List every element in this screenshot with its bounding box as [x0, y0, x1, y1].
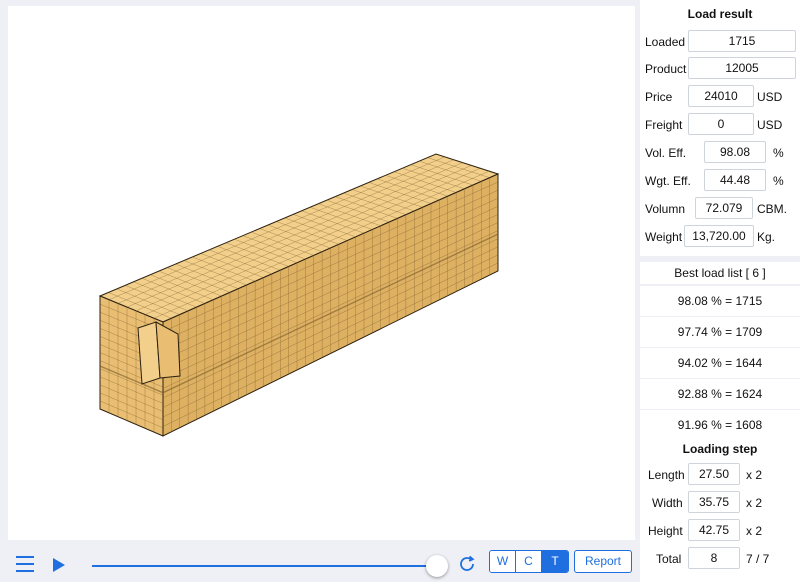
product-label: Product: [645, 62, 687, 76]
volumn-field: 72.079: [695, 197, 753, 219]
loaded-field: 1715: [688, 30, 796, 52]
report-button[interactable]: Report: [574, 550, 632, 573]
menu-icon[interactable]: [16, 556, 34, 572]
height-mult: x 2: [746, 524, 763, 538]
side-panel: Load result Loaded 1715 Product 12005 Pr…: [640, 0, 800, 582]
load-result-title: Load result: [687, 7, 753, 21]
loading-step-title: Loading step: [682, 442, 758, 456]
weight-unit: Kg.: [757, 230, 776, 244]
best-load-list-header: Best load list [ 6 ]: [640, 262, 800, 284]
refresh-icon[interactable]: [456, 553, 478, 575]
price-label: Price: [645, 90, 673, 104]
product-field: 12005: [688, 57, 796, 79]
price-row: Price 24010 USD: [640, 83, 800, 111]
length-field: 27.50: [688, 463, 740, 485]
volumn-label: Volumn: [645, 202, 686, 216]
height-row: Height 42.75 x 2: [640, 517, 800, 545]
view-t-button[interactable]: T: [542, 551, 568, 572]
vol-eff-unit: %: [773, 146, 784, 160]
play-icon[interactable]: [53, 558, 65, 572]
best-load-item[interactable]: 94.02 % = 1644: [640, 348, 800, 378]
freight-field[interactable]: 0: [688, 113, 754, 135]
cargo-3d-viewport[interactable]: [8, 6, 635, 540]
weight-label: Weight: [645, 230, 683, 244]
price-field: 24010: [688, 85, 754, 107]
best-load-item[interactable]: 92.88 % = 1624: [640, 379, 800, 409]
freight-label: Freight: [645, 118, 683, 132]
total-label: Total: [656, 552, 682, 566]
total-step: 7 / 7: [746, 552, 770, 566]
freight-unit: USD: [757, 118, 783, 132]
load-result-panel: Load result Loaded 1715 Product 12005 Pr…: [640, 0, 800, 256]
length-label: Length: [648, 468, 685, 482]
weight-row: Weight 13,720.00 Kg.: [640, 223, 800, 251]
vol-eff-field: 98.08: [704, 141, 766, 163]
wgt-eff-field: 44.48: [704, 169, 766, 191]
best-load-item[interactable]: 98.08 % = 1715: [640, 286, 800, 316]
length-mult: x 2: [746, 468, 763, 482]
wgt-eff-unit: %: [773, 174, 784, 188]
width-mult: x 2: [746, 496, 763, 510]
total-field: 8: [688, 547, 740, 569]
view-mode-group: W C T: [489, 550, 569, 573]
loaded-row: Loaded 1715: [640, 28, 800, 56]
vol-eff-row: Vol. Eff. 98.08 %: [640, 139, 800, 167]
width-field: 35.75: [688, 491, 740, 513]
total-row: Total 8 7 / 7: [640, 545, 800, 573]
wgt-eff-label: Wgt. Eff.: [645, 174, 691, 188]
view-c-button[interactable]: C: [516, 551, 542, 572]
vol-eff-label: Vol. Eff.: [645, 146, 687, 160]
step-slider-track[interactable]: [92, 565, 437, 567]
playback-toolbar: W C T Report: [0, 540, 636, 582]
price-unit: USD: [757, 90, 783, 104]
height-label: Height: [648, 524, 683, 538]
length-row: Length 27.50 x 2: [640, 461, 800, 489]
weight-field: 13,720.00: [684, 225, 754, 247]
loaded-label: Loaded: [645, 35, 686, 49]
volumn-row: Volumn 72.079 CBM.: [640, 195, 800, 223]
width-row: Width 35.75 x 2: [640, 489, 800, 517]
best-load-item[interactable]: 97.74 % = 1709: [640, 317, 800, 347]
best-load-item[interactable]: 91.96 % = 1608: [640, 410, 800, 440]
width-label: Width: [652, 496, 683, 510]
volumn-unit: CBM.: [757, 202, 787, 216]
step-slider-thumb[interactable]: [426, 555, 448, 577]
cargo-render[interactable]: [8, 6, 635, 540]
product-row: Product 12005: [640, 55, 800, 83]
wgt-eff-row: Wgt. Eff. 44.48 %: [640, 167, 800, 195]
view-w-button[interactable]: W: [490, 551, 516, 572]
freight-row: Freight 0 USD: [640, 111, 800, 139]
height-field: 42.75: [688, 519, 740, 541]
